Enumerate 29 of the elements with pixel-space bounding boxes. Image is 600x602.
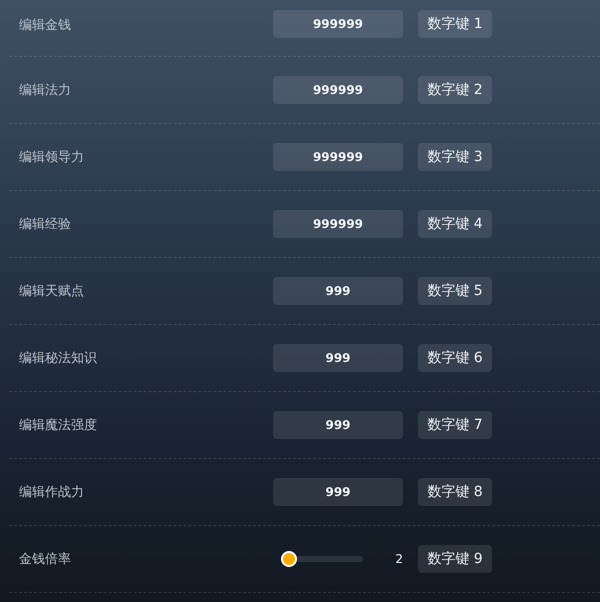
slider-value: 2 [395,552,403,566]
slider-track[interactable] [281,551,363,567]
number-input-field[interactable]: 999 [273,344,403,372]
slider-thumb[interactable] [281,551,297,567]
number-input-field[interactable]: 999999 [273,10,403,38]
number-input-field[interactable]: 999999 [273,76,403,104]
number-input-field[interactable]: 999999 [273,210,403,238]
setting-label: 编辑天赋点 [19,283,85,300]
number-input-field[interactable]: 999 [273,411,403,439]
setting-label: 编辑作战力 [19,484,85,501]
setting-label: 编辑秘法知识 [19,350,98,367]
number-input-field[interactable]: 999999 [273,143,403,171]
hotkey-button[interactable]: 数字键 8 [418,478,492,506]
hotkey-button[interactable]: 数字键 4 [418,210,492,238]
number-input-field[interactable]: 999 [273,478,403,506]
number-input-field[interactable]: 999 [273,277,403,305]
setting-label: 编辑领导力 [19,149,85,166]
setting-label: 编辑金钱 [19,17,72,34]
setting-label: 编辑经验 [19,216,72,233]
hotkey-button[interactable]: 数字键 7 [418,411,492,439]
hotkey-button[interactable]: 数字键 1 [418,10,492,38]
hotkey-button[interactable]: 数字键 6 [418,344,492,372]
hotkey-button[interactable]: 数字键 2 [418,76,492,104]
hotkey-button[interactable]: 数字键 3 [418,143,492,171]
setting-label: 编辑法力 [19,82,72,99]
hotkey-button[interactable]: 数字键 5 [418,277,492,305]
hotkey-button[interactable]: 数字键 9 [418,545,492,573]
setting-label: 金钱倍率 [19,551,72,568]
setting-label: 编辑魔法强度 [19,417,98,434]
